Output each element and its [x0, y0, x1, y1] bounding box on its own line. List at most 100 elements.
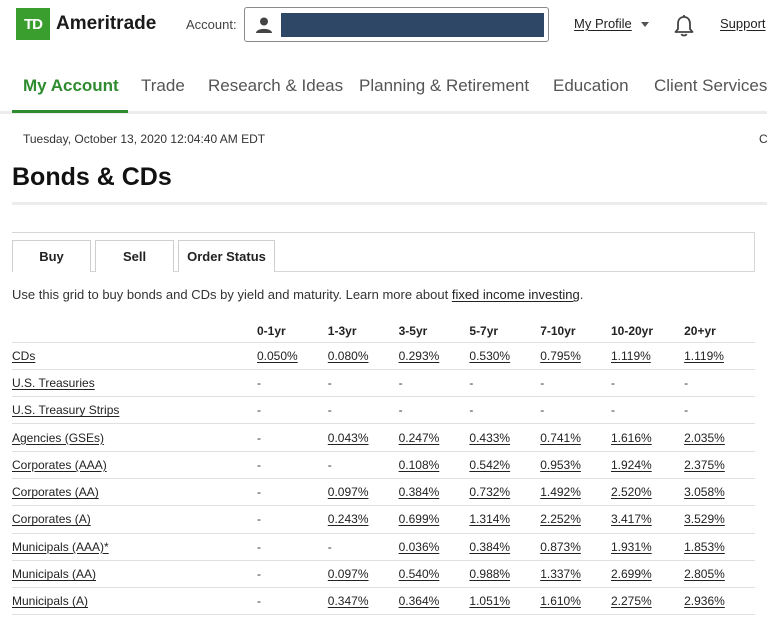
security-type-link[interactable]: Corporates (AA) — [12, 485, 99, 499]
yield-link[interactable]: 0.293% — [399, 349, 440, 363]
nav-trade[interactable]: Trade — [141, 76, 185, 96]
yield-cell: - — [540, 368, 611, 397]
yield-link[interactable]: 0.530% — [469, 349, 510, 363]
yield-cell: 1.314% — [469, 505, 541, 534]
yield-link[interactable]: 0.699% — [399, 512, 440, 526]
tab-order-status[interactable]: Order Status — [178, 240, 275, 272]
support-link[interactable]: Support — [720, 16, 766, 31]
empty-yield: - — [257, 512, 261, 527]
yield-link[interactable]: 2.375% — [684, 458, 725, 472]
tab-sell[interactable]: Sell — [95, 240, 174, 272]
grid-header-row: 0-1yr 1-3yr 3-5yr 5-7yr 7-10yr 10-20yr 2… — [12, 320, 755, 342]
column-header: 7-10yr — [540, 323, 576, 338]
column-header: 20+yr — [684, 323, 716, 338]
yield-link[interactable]: 3.058% — [684, 485, 725, 499]
chevron-down-icon[interactable] — [641, 22, 649, 27]
yield-link[interactable]: 2.520% — [611, 485, 652, 499]
security-type-link[interactable]: Agencies (GSEs) — [12, 431, 104, 445]
yield-link[interactable]: 1.931% — [611, 540, 652, 554]
security-type-link[interactable]: Municipals (AA) — [12, 567, 96, 581]
table-row: Municipals (A) - 0.347% 0.364% 1.051% 1.610% 2… — [12, 587, 755, 616]
yield-link[interactable]: 0.050% — [257, 349, 298, 363]
yield-link[interactable]: 1.853% — [684, 540, 725, 554]
yield-cell: 3.529% — [684, 505, 755, 534]
yield-link[interactable]: 2.252% — [540, 512, 581, 526]
yield-link[interactable]: 0.741% — [540, 431, 581, 445]
nav-client-services[interactable]: Client Services — [654, 76, 767, 96]
yield-cell: 0.050% — [257, 341, 328, 370]
yield-link[interactable]: 0.347% — [328, 594, 369, 608]
security-type-link[interactable]: U.S. Treasury Strips — [12, 403, 119, 417]
yield-cell: 1.119% — [610, 341, 685, 370]
yield-link[interactable]: 0.243% — [328, 512, 369, 526]
yield-link[interactable]: 0.988% — [469, 567, 510, 581]
my-profile-link[interactable]: My Profile — [574, 16, 632, 31]
yield-link[interactable]: 1.924% — [611, 458, 652, 472]
security-type-link[interactable]: U.S. Treasuries — [12, 376, 95, 390]
yield-link[interactable]: 0.873% — [540, 540, 581, 554]
yield-link[interactable]: 0.080% — [328, 349, 369, 363]
empty-yield: - — [610, 375, 615, 390]
yield-link[interactable]: 2.805% — [684, 567, 725, 581]
yield-link[interactable]: 0.247% — [399, 431, 440, 445]
yield-link[interactable]: 1.610% — [540, 594, 581, 608]
yield-cell: 0.384% — [398, 477, 470, 506]
yield-cell: 0.732% — [469, 477, 541, 506]
account-selector[interactable] — [244, 7, 549, 42]
yield-link[interactable]: 2.035% — [684, 431, 725, 445]
yield-link[interactable]: 1.051% — [469, 594, 510, 608]
yield-link[interactable]: 1.119% — [684, 349, 724, 363]
yield-link[interactable]: 3.417% — [611, 512, 652, 526]
nav-my-account[interactable]: My Account — [23, 76, 119, 96]
yield-link[interactable]: 0.795% — [540, 349, 581, 363]
yield-link[interactable]: 0.097% — [328, 485, 369, 499]
yield-link[interactable]: 1.492% — [540, 485, 581, 499]
yield-link[interactable]: 2.699% — [611, 567, 652, 581]
security-type-link[interactable]: Municipals (AAA)* — [12, 540, 109, 554]
td-ameritrade-logo[interactable]: TD Ameritrade — [16, 8, 156, 40]
nav-planning-retirement[interactable]: Planning & Retirement — [359, 76, 529, 96]
yield-link[interactable]: 1.119% — [611, 349, 651, 363]
yield-link[interactable]: 0.043% — [328, 431, 369, 445]
yield-link[interactable]: 1.314% — [469, 512, 510, 526]
yield-link[interactable]: 2.275% — [611, 594, 652, 608]
yield-link[interactable]: 0.953% — [540, 458, 581, 472]
table-row: Agencies (GSEs) - 0.043% 0.247% 0.433% 0.741%… — [12, 423, 755, 452]
yield-link[interactable]: 0.108% — [399, 458, 440, 472]
fixed-income-investing-link[interactable]: fixed income investing — [452, 287, 580, 302]
yield-link[interactable]: 0.384% — [399, 485, 440, 499]
yield-link[interactable]: 0.097% — [328, 567, 369, 581]
bonds-yield-grid: 0-1yr 1-3yr 3-5yr 5-7yr 7-10yr 10-20yr 2… — [12, 320, 755, 616]
row-label-cell: U.S. Treasuries — [12, 368, 257, 397]
security-type-link[interactable]: Corporates (AAA) — [12, 458, 107, 472]
yield-link[interactable]: 0.364% — [399, 594, 440, 608]
yield-link[interactable]: 3.529% — [684, 512, 725, 526]
table-row: Corporates (A) - 0.243% 0.699% 1.314% 2.252% 3… — [12, 505, 755, 534]
security-type-link[interactable]: CDs — [12, 349, 35, 363]
account-label: Account: — [186, 17, 237, 32]
yield-cell: 0.243% — [327, 505, 399, 534]
yield-link[interactable]: 1.616% — [611, 431, 652, 445]
nav-education[interactable]: Education — [553, 76, 629, 96]
yield-link[interactable]: 0.384% — [469, 540, 510, 554]
yield-link[interactable]: 0.433% — [469, 431, 510, 445]
empty-yield: - — [684, 375, 689, 390]
tab-buy[interactable]: Buy — [12, 240, 91, 272]
yield-link[interactable]: 0.732% — [469, 485, 510, 499]
yield-link[interactable]: 1.337% — [540, 567, 581, 581]
logo-wordmark: Ameritrade — [56, 13, 157, 34]
yield-link[interactable]: 2.936% — [684, 594, 725, 608]
yield-link[interactable]: 0.542% — [469, 458, 510, 472]
yield-link[interactable]: 0.036% — [399, 540, 440, 554]
security-type-link[interactable]: Municipals (A) — [12, 594, 88, 608]
nav-research-ideas[interactable]: Research & Ideas — [208, 76, 343, 96]
bell-icon[interactable] — [673, 14, 695, 38]
yield-cell: - — [327, 396, 399, 424]
yield-link[interactable]: 0.540% — [399, 567, 440, 581]
yield-cell: - — [257, 505, 328, 534]
yield-cell: - — [257, 450, 328, 479]
empty-yield: - — [327, 539, 332, 554]
security-type-link[interactable]: Corporates (A) — [12, 512, 91, 526]
column-header: 0-1yr — [257, 323, 286, 338]
yield-cell: 1.119% — [684, 341, 755, 370]
